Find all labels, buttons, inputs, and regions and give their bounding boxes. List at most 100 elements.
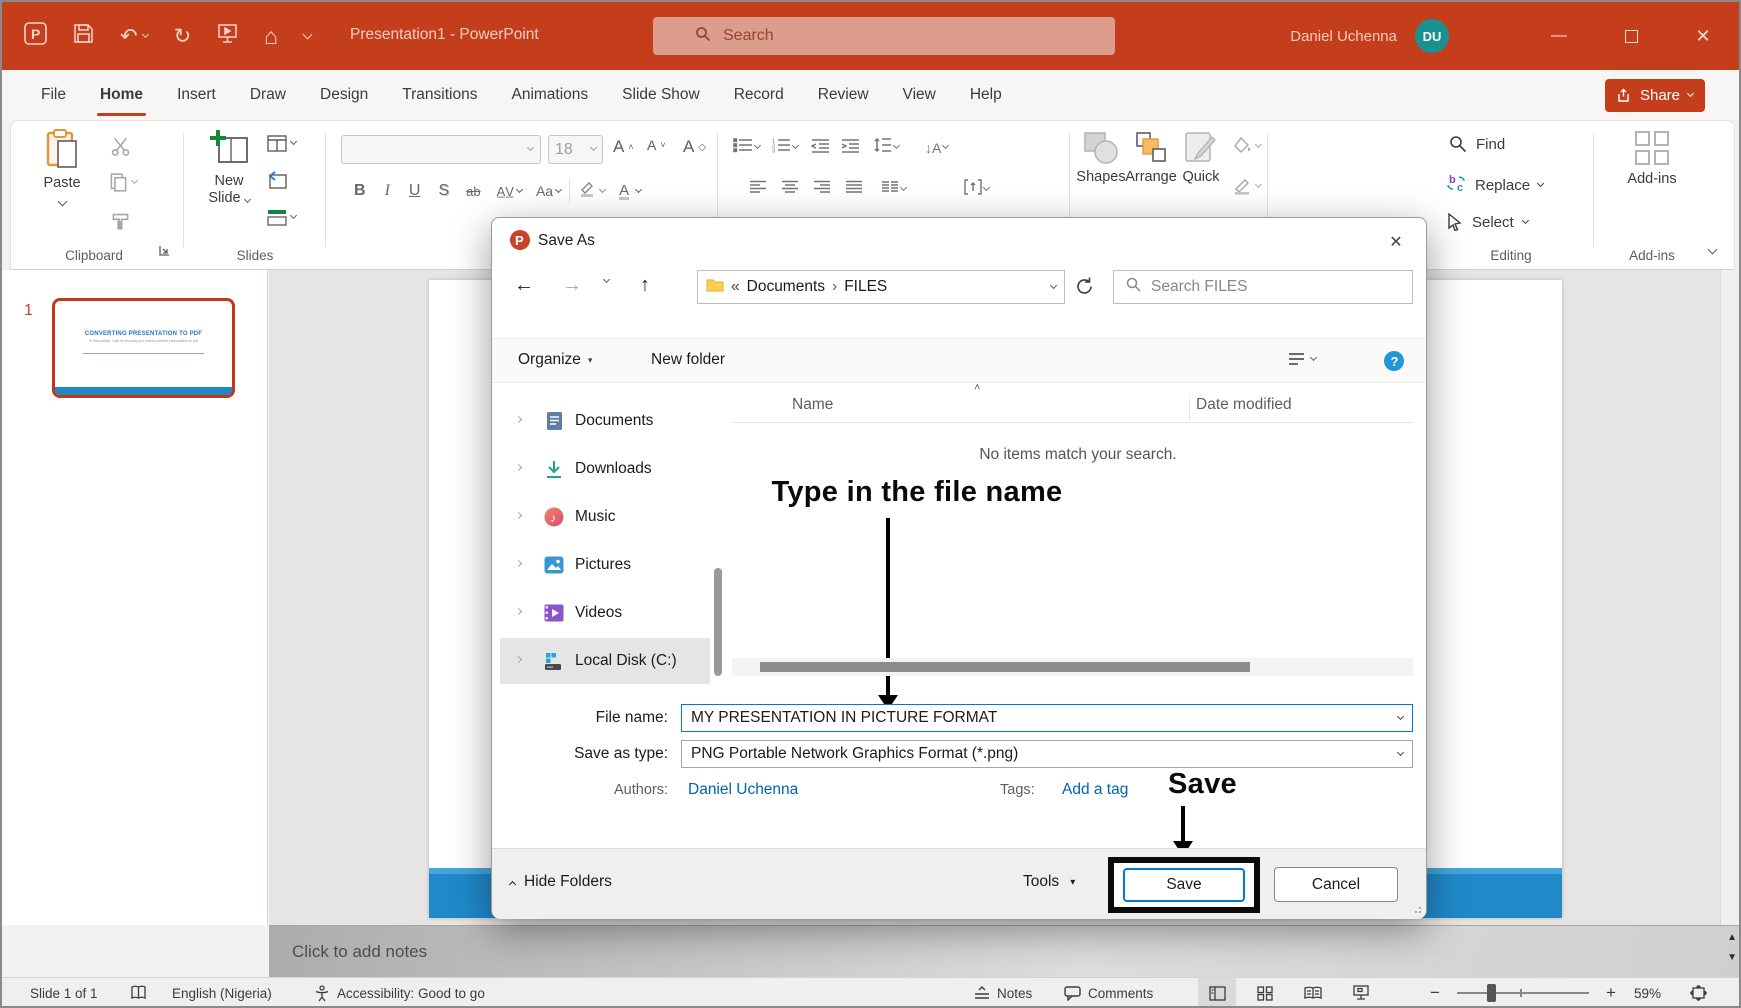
chevron-down-icon[interactable]	[57, 197, 67, 207]
chevron-down-icon[interactable]	[555, 185, 562, 192]
file-name-input[interactable]: MY PRESENTATION IN PICTURE FORMAT	[681, 704, 1413, 732]
chevron-down-icon[interactable]	[244, 196, 251, 203]
format-painter-button[interactable]	[111, 211, 130, 230]
refresh-button[interactable]	[1074, 276, 1095, 302]
chevron-down-icon[interactable]	[1255, 140, 1262, 147]
bullets-button[interactable]	[733, 137, 753, 158]
clear-formatting-button[interactable]: A◇	[683, 137, 706, 157]
fit-to-window-button[interactable]	[1690, 978, 1707, 1008]
dialog-search-box[interactable]: Search FILES	[1113, 270, 1413, 304]
organize-button[interactable]: Organize▾	[518, 351, 592, 369]
share-button[interactable]: Share	[1605, 79, 1705, 112]
normal-view-button[interactable]	[1198, 978, 1236, 1008]
expand-chevron-icon[interactable]	[515, 511, 522, 518]
expand-chevron-icon[interactable]	[515, 463, 522, 470]
home-icon[interactable]: ⌂	[264, 25, 278, 48]
notes-toggle[interactable]: Notes	[974, 978, 1032, 1008]
decrease-indent-button[interactable]	[811, 138, 830, 158]
tab-view[interactable]: View	[886, 70, 953, 120]
notes-placeholder[interactable]: Click to add notes	[292, 942, 427, 962]
accessibility-checker[interactable]: Accessibility: Good to go	[314, 978, 485, 1008]
account-area[interactable]: Daniel Uchenna DU	[1290, 2, 1449, 70]
chevron-down-icon[interactable]	[1397, 712, 1404, 719]
line-spacing-button[interactable]	[873, 137, 892, 158]
font-size-combobox[interactable]: 18	[548, 135, 603, 164]
find-button[interactable]: Find	[1449, 135, 1505, 153]
cancel-button[interactable]: Cancel	[1274, 867, 1398, 902]
shapes-button[interactable]: Shapes	[1077, 131, 1125, 186]
slide-layout-button[interactable]	[267, 135, 296, 152]
reading-view-button[interactable]	[1294, 978, 1332, 1008]
add-tag-link[interactable]: Add a tag	[1062, 781, 1128, 799]
chevron-down-icon[interactable]	[1522, 216, 1529, 223]
dialog-close-button[interactable]: ✕	[1380, 228, 1412, 256]
chevron-down-icon[interactable]	[527, 144, 534, 151]
save-as-type-select[interactable]: PNG Portable Network Graphics Format (*.…	[681, 740, 1413, 768]
chevron-down-icon[interactable]	[792, 142, 799, 149]
sidebar-scrollbar-thumb[interactable]	[714, 568, 722, 676]
paste-button[interactable]: Paste	[29, 129, 95, 205]
tab-review[interactable]: Review	[801, 70, 886, 120]
underline-button[interactable]: U	[400, 182, 430, 200]
up-button[interactable]: ↑	[640, 274, 650, 297]
change-case-button[interactable]: Aa	[522, 183, 556, 199]
tab-help[interactable]: Help	[953, 70, 1019, 120]
zoom-in-button[interactable]: +	[1606, 978, 1616, 1008]
sidebar-item-music[interactable]: ♪ Music	[500, 494, 710, 540]
notes-pane[interactable]: Click to add notes ▲ ▼	[269, 925, 1741, 977]
columns-button[interactable]	[881, 180, 899, 199]
align-center-button[interactable]	[781, 180, 799, 199]
chevron-down-icon[interactable]	[893, 142, 900, 149]
start-slideshow-icon[interactable]	[217, 23, 238, 49]
expand-chevron-icon[interactable]	[515, 559, 522, 566]
scroll-up-icon[interactable]: ▲	[1727, 932, 1737, 943]
redo-icon[interactable]: ↻	[174, 26, 192, 47]
tab-draw[interactable]: Draw	[233, 70, 303, 120]
chevron-down-icon[interactable]	[290, 212, 297, 219]
customize-qat-chevron-icon[interactable]	[303, 29, 313, 39]
replace-button[interactable]: bc Replace	[1445, 173, 1543, 198]
text-shadow-button[interactable]: S	[429, 182, 458, 200]
comments-toggle[interactable]: Comments	[1064, 978, 1153, 1008]
slide-thumbnail[interactable]: CONVERTING PRESENTATION TO PDF In this t…	[52, 298, 235, 398]
increase-indent-button[interactable]	[841, 138, 860, 158]
align-right-button[interactable]	[813, 180, 831, 199]
slide-sorter-view-button[interactable]	[1246, 978, 1284, 1008]
cut-button[interactable]	[111, 137, 130, 156]
align-text-button[interactable]	[964, 179, 982, 200]
vertical-scrollbar[interactable]	[1720, 270, 1739, 925]
zoom-slider[interactable]	[1457, 992, 1589, 994]
chevron-down-icon[interactable]	[1537, 180, 1544, 187]
chevron-down-icon[interactable]	[754, 142, 761, 149]
help-button[interactable]: ?	[1382, 349, 1406, 378]
expand-chevron-icon[interactable]	[515, 415, 522, 422]
clipboard-dialog-launcher-icon[interactable]	[159, 243, 170, 261]
chevron-down-icon[interactable]	[1397, 748, 1404, 755]
column-header-date-modified[interactable]: Date modified	[1196, 396, 1292, 414]
italic-button[interactable]: I	[375, 182, 400, 200]
tab-design[interactable]: Design	[303, 70, 385, 120]
search-box[interactable]: Search	[653, 17, 1115, 55]
chevron-down-icon[interactable]	[142, 30, 149, 37]
chevron-down-icon[interactable]	[131, 177, 138, 184]
expand-chevron-icon[interactable]	[515, 607, 522, 614]
view-options-button[interactable]	[1288, 352, 1316, 366]
chevron-down-icon[interactable]	[1310, 353, 1317, 360]
tools-button[interactable]: Tools ▾	[1023, 873, 1075, 891]
addins-button[interactable]: Add-ins	[1607, 129, 1697, 188]
undo-icon[interactable]: ↶	[120, 26, 148, 47]
save-icon[interactable]	[73, 23, 94, 49]
section-button[interactable]	[267, 209, 296, 226]
zoom-slider-thumb[interactable]	[1487, 984, 1496, 1002]
spell-check-button[interactable]	[130, 978, 147, 1008]
copy-button[interactable]	[109, 173, 137, 192]
sidebar-item-videos[interactable]: Videos	[500, 590, 710, 636]
strikethrough-button[interactable]: ab	[458, 184, 488, 199]
authors-value[interactable]: Daniel Uchenna	[688, 781, 798, 799]
avatar[interactable]: DU	[1415, 19, 1449, 53]
justify-button[interactable]	[845, 180, 863, 199]
new-folder-button[interactable]: New folder	[651, 351, 725, 369]
hide-folders-button[interactable]: Hide Folders	[510, 873, 612, 891]
chevron-down-icon[interactable]	[290, 138, 297, 145]
tab-slide-show[interactable]: Slide Show	[605, 70, 717, 120]
